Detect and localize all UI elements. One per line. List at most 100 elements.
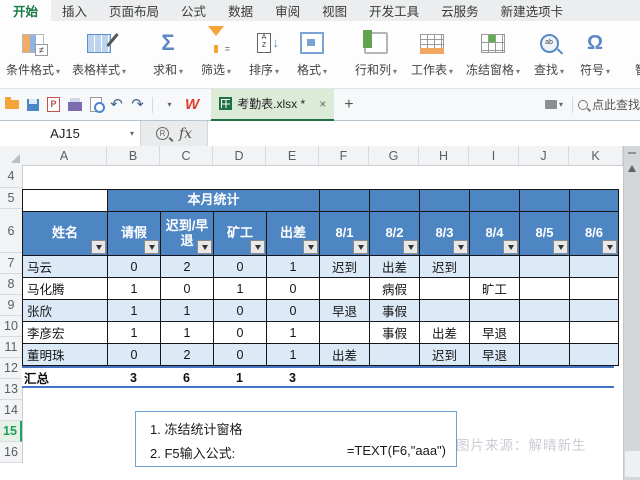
table-column-header-5[interactable]: 出差 — [267, 212, 319, 255]
undo-icon[interactable]: ↶ — [107, 94, 126, 116]
format-button[interactable]: 格式 ▾ — [288, 21, 336, 88]
filter-dropdown-icon[interactable] — [91, 240, 106, 254]
cell-r7c8[interactable]: 迟到 — [420, 256, 469, 277]
cell-r10c10[interactable] — [520, 322, 569, 343]
cell-r8c7[interactable]: 病假 — [370, 278, 419, 299]
row-header-13[interactable]: 13 — [0, 379, 22, 400]
row-header-16[interactable]: 16 — [0, 442, 22, 463]
menu-tab-5[interactable]: 数据 — [217, 0, 264, 21]
column-header-K[interactable]: K — [569, 146, 623, 165]
column-header-E[interactable]: E — [266, 146, 319, 165]
lookup-icon[interactable]: R — [155, 127, 169, 140]
cell-r10c11[interactable] — [570, 322, 618, 343]
column-header-C[interactable]: C — [160, 146, 213, 165]
vertical-scrollbar[interactable] — [623, 146, 640, 480]
column-header-H[interactable]: H — [419, 146, 469, 165]
toolbar-customize-dropdown-icon[interactable]: ▾ — [160, 94, 179, 116]
cell-r7c11[interactable] — [570, 256, 618, 277]
row-header-14[interactable]: 14 — [0, 400, 22, 421]
print-icon[interactable] — [65, 94, 84, 116]
header-band-cell[interactable] — [370, 190, 419, 211]
menu-tab-4[interactable]: 公式 — [170, 0, 217, 21]
row-header-6[interactable]: 6 — [0, 209, 22, 253]
search-hint[interactable]: 点此查找 — [592, 96, 640, 113]
cell-r7c3[interactable]: 2 — [161, 256, 213, 277]
redo-icon[interactable]: ↷ — [128, 94, 147, 116]
save-icon[interactable] — [23, 94, 42, 116]
stats-header-cell[interactable]: 本月统计 — [108, 190, 319, 211]
conditional-format-button[interactable]: ≠ 条件格式 ▾ — [0, 21, 66, 88]
cell-name-row11[interactable]: 董明珠 — [23, 344, 107, 365]
cell-r8c4[interactable]: 1 — [214, 278, 266, 299]
cell-r11c9[interactable]: 早退 — [470, 344, 519, 365]
cell-r11c7[interactable] — [370, 344, 419, 365]
cell-r11c10[interactable] — [520, 344, 569, 365]
menu-tab-1[interactable]: 开始 — [0, 0, 52, 21]
cell-r7c4[interactable]: 0 — [214, 256, 266, 277]
export-pdf-icon[interactable]: P — [44, 94, 63, 116]
search-icon[interactable] — [577, 99, 588, 110]
cell-name-row10[interactable]: 李彦宏 — [23, 322, 107, 343]
cell-r9c7[interactable]: 事假 — [370, 300, 419, 321]
cell-r11c4[interactable]: 0 — [214, 344, 266, 365]
total-value-cell-3[interactable]: 1 — [213, 371, 266, 385]
table-column-header-4[interactable]: 矿工 — [214, 212, 266, 255]
cell-r9c9[interactable] — [470, 300, 519, 321]
row-header-11[interactable]: 11 — [0, 337, 22, 358]
cell-r9c8[interactable] — [420, 300, 469, 321]
filter-dropdown-icon[interactable] — [403, 240, 418, 254]
cell-r8c2[interactable]: 1 — [108, 278, 160, 299]
header-band-cell[interactable] — [470, 190, 519, 211]
table-column-header-9[interactable]: 8/4 — [470, 212, 519, 255]
workspace-dropdown-icon[interactable]: ▾ — [559, 100, 563, 109]
split-handle-icon[interactable] — [628, 152, 636, 154]
cell-name-row7[interactable]: 马云 — [23, 256, 107, 277]
column-header-A[interactable]: A — [22, 146, 107, 165]
new-tab-button[interactable]: + — [334, 96, 363, 114]
row-header-4[interactable]: 4 — [0, 165, 22, 188]
row-header-15[interactable]: 15 — [0, 421, 22, 442]
menu-tab-7[interactable]: 视图 — [311, 0, 358, 21]
menu-tab-6[interactable]: 审阅 — [264, 0, 311, 21]
cell-r10c3[interactable]: 1 — [161, 322, 213, 343]
cell-r10c8[interactable]: 出差 — [420, 322, 469, 343]
worksheet-button[interactable]: 工作表 ▾ — [404, 21, 460, 88]
filter-dropdown-icon[interactable] — [250, 240, 265, 254]
cell-name-row8[interactable]: 马化腾 — [23, 278, 107, 299]
cell-name-row9[interactable]: 张欣 — [23, 300, 107, 321]
row-header-5[interactable]: 5 — [0, 188, 22, 209]
rows-cols-button[interactable]: 行和列 ▾ — [348, 21, 404, 88]
cell-r11c3[interactable]: 2 — [161, 344, 213, 365]
cell-r10c7[interactable]: 事假 — [370, 322, 419, 343]
table-style-button[interactable]: 表格样式 ▾ — [66, 21, 132, 88]
row-header-10[interactable]: 10 — [0, 316, 22, 337]
cell-r8c11[interactable] — [570, 278, 618, 299]
total-label-cell[interactable]: 汇总 — [22, 368, 107, 387]
cell-r10c2[interactable]: 1 — [108, 322, 160, 343]
column-header-G[interactable]: G — [369, 146, 419, 165]
header-band-cell[interactable] — [420, 190, 469, 211]
workspace-icon[interactable] — [544, 100, 557, 109]
name-box-dropdown-icon[interactable]: ▾ — [130, 129, 134, 138]
cell-r10c9[interactable]: 早退 — [470, 322, 519, 343]
scroll-up-icon[interactable] — [628, 165, 636, 172]
cell-r10c5[interactable]: 1 — [267, 322, 319, 343]
cell-r9c6[interactable]: 早退 — [320, 300, 369, 321]
filter-dropdown-icon[interactable] — [353, 240, 368, 254]
filter-dropdown-icon[interactable] — [453, 240, 468, 254]
column-header-J[interactable]: J — [519, 146, 569, 165]
freeze-panes-button[interactable]: 冻结窗格 ▾ — [460, 21, 526, 88]
wps-home-button[interactable]: W — [179, 96, 205, 113]
column-header-F[interactable]: F — [319, 146, 369, 165]
cell-A5[interactable] — [23, 190, 107, 211]
header-band-cell[interactable] — [570, 190, 618, 211]
table-column-header-3[interactable]: 迟到/早退 — [161, 212, 213, 255]
cell-r7c7[interactable]: 出差 — [370, 256, 419, 277]
column-header-D[interactable]: D — [213, 146, 266, 165]
table-column-header-2[interactable]: 请假 — [108, 212, 160, 255]
scrollbar-thumb[interactable] — [625, 451, 640, 477]
smart-toolbox-button[interactable]: 智能工具箱 — [630, 21, 640, 88]
select-all-corner[interactable] — [0, 146, 23, 166]
formula-input[interactable] — [207, 121, 640, 146]
cell-r7c5[interactable]: 1 — [267, 256, 319, 277]
